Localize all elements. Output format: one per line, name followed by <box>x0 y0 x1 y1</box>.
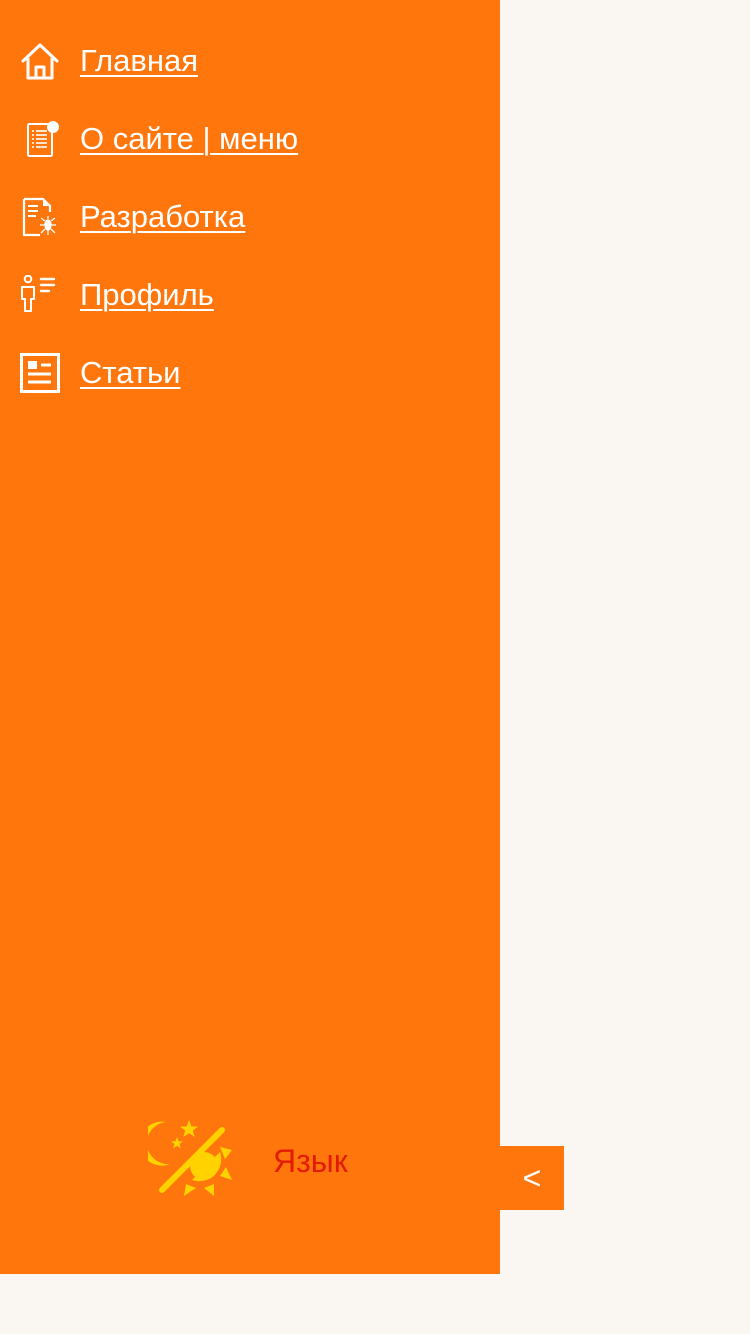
day-night-toggle-icon[interactable] <box>139 1114 236 1202</box>
nav-item-about[interactable]: О сайте | меню <box>0 100 500 178</box>
nav-item-profile[interactable]: Профиль <box>0 256 500 334</box>
nav-item-articles[interactable]: Статьи <box>0 334 500 412</box>
language-link[interactable]: Язык <box>273 1143 348 1180</box>
nav-link-articles[interactable]: Статьи <box>80 355 180 391</box>
nav-item-development[interactable]: Разработка <box>0 178 500 256</box>
document-bug-icon <box>20 197 60 237</box>
newspaper-icon <box>20 353 60 393</box>
nav-item-home[interactable]: Главная <box>0 22 500 100</box>
nav-link-development[interactable]: Разработка <box>80 199 245 235</box>
side-drawer: Главная О сайте | меню Разработка Профил… <box>0 0 500 1274</box>
nav-link-profile[interactable]: Профиль <box>80 277 214 313</box>
nav-link-about[interactable]: О сайте | меню <box>80 121 298 157</box>
drawer-close-button[interactable]: < <box>500 1146 564 1210</box>
home-icon <box>20 41 60 81</box>
nav-link-home[interactable]: Главная <box>80 43 198 79</box>
nav-menu: Главная О сайте | меню Разработка Профил… <box>0 22 500 412</box>
drawer-footer: Язык <box>0 1110 500 1210</box>
document-list-icon <box>20 119 60 159</box>
user-profile-icon <box>20 275 60 315</box>
